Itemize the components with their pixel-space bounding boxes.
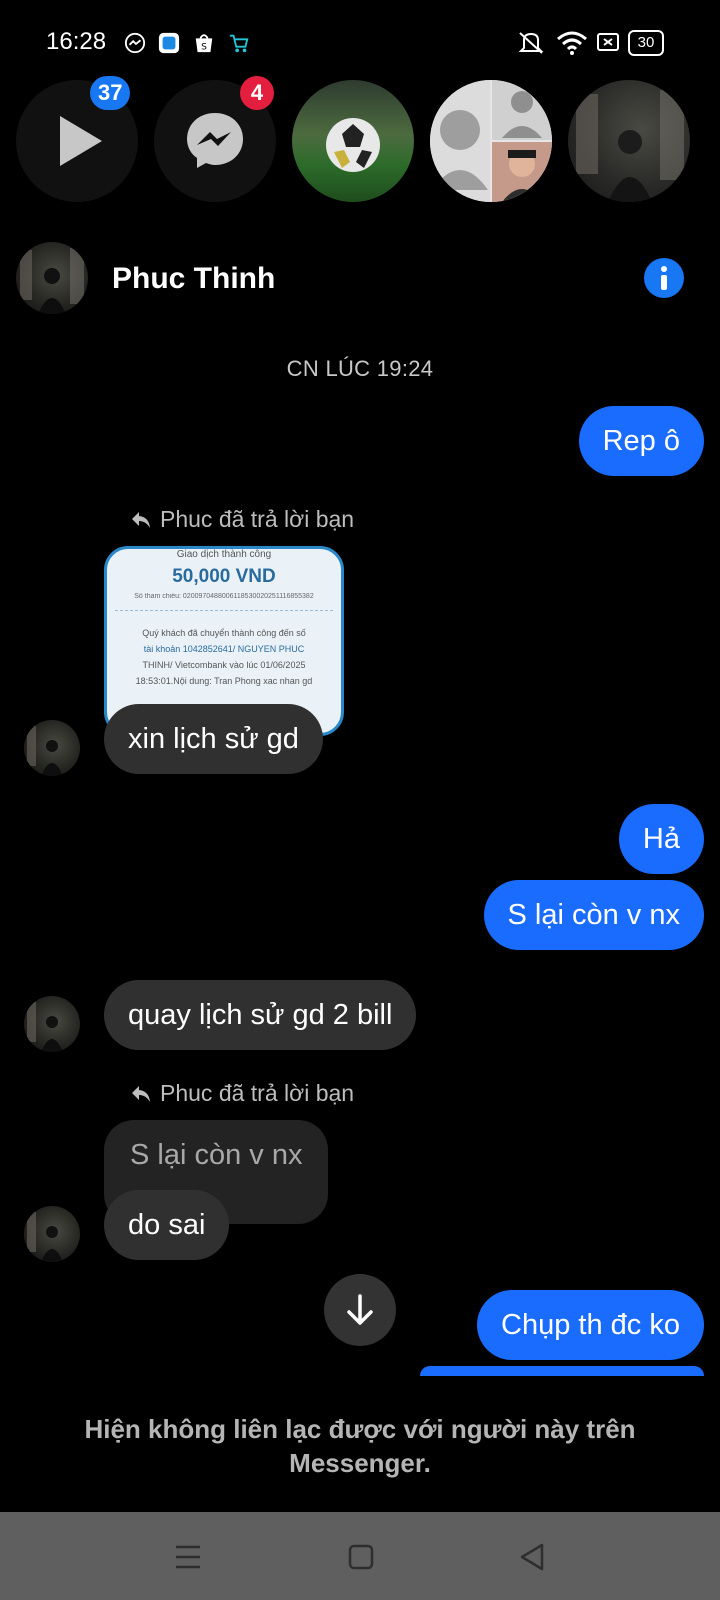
contact-avatar[interactable]	[24, 720, 80, 776]
receipt-line-4: 18:53:01.Nội dung: Tran Phong xac nhan g…	[135, 676, 313, 686]
status-time: 16:28	[46, 28, 107, 55]
unavailable-notice: Hiện không liên lạc được với người này t…	[84, 1414, 636, 1478]
back-icon[interactable]	[518, 1542, 546, 1572]
group-chathead[interactable]	[430, 80, 552, 202]
home-icon[interactable]	[348, 1544, 374, 1570]
info-icon	[661, 266, 667, 290]
contact-avatar[interactable]	[24, 996, 80, 1052]
mute-icon	[518, 32, 544, 54]
receipt-line-1: Quý khách đã chuyển thành công đến số	[142, 628, 306, 638]
svg-text:S: S	[201, 41, 207, 52]
arrow-down-icon	[347, 1294, 373, 1325]
phuc-avatar-icon	[576, 90, 684, 202]
reply-note-text: Phuc đã trả lời bạn	[160, 506, 355, 532]
messenger-badge: 4	[240, 76, 274, 110]
info-button[interactable]	[644, 258, 684, 298]
shopee-icon: S	[195, 34, 213, 52]
contact-avatar[interactable]	[24, 1206, 80, 1262]
reply-arrow-icon	[132, 1085, 150, 1102]
messenger-icon	[124, 32, 146, 54]
group-avatar-icon	[430, 80, 552, 202]
video-badge: 37	[90, 76, 131, 110]
avatar-icon	[27, 1212, 63, 1262]
incoming-message[interactable]: xin lịch sử gd	[104, 704, 323, 774]
reply-indicator: Phuc đã trả lời bạn	[130, 506, 354, 533]
messenger-logo-icon	[187, 113, 243, 168]
sim-icon	[597, 33, 619, 51]
receipt-line-2: tài khoản 1042852641/ NGUYEN PHUC	[143, 644, 305, 654]
football-icon	[326, 118, 380, 172]
cart-app-icon	[229, 34, 249, 53]
avatar-icon	[27, 726, 63, 776]
play-icon	[60, 116, 102, 166]
scroll-to-bottom-button[interactable]	[324, 1274, 396, 1346]
battery-icon: 30	[628, 30, 664, 56]
outgoing-message-partial	[420, 1366, 704, 1376]
blue-app-icon	[158, 32, 180, 54]
reply-note-text: Phuc đã trả lời bạn	[160, 1080, 355, 1106]
system-navigation-bar	[0, 1512, 720, 1600]
receipt-ref: Số tham chiếu: 0200970488006118530020251…	[134, 593, 314, 600]
avatar-icon	[27, 1002, 63, 1052]
receipt-amount: 50,000 VND	[172, 566, 276, 587]
avatar-icon	[20, 248, 84, 314]
incoming-message[interactable]: quay lịch sử gd 2 bill	[104, 980, 417, 1050]
outgoing-message[interactable]: Rep ô	[578, 406, 704, 476]
phuc-chathead[interactable]	[568, 80, 690, 202]
reply-indicator: Phuc đã trả lời bạn	[130, 1080, 354, 1107]
outgoing-message[interactable]: S lại còn v nx	[483, 880, 704, 950]
outgoing-message[interactable]: Chụp th đc ko	[477, 1290, 704, 1360]
receipt-line-3: THINH/ Vietcombank vào lúc 01/06/2025	[142, 660, 306, 670]
menu-icon[interactable]	[174, 1544, 202, 1570]
football-chathead[interactable]	[292, 80, 414, 202]
reply-arrow-icon	[132, 511, 150, 528]
contact-name[interactable]: Phuc Thinh	[112, 262, 275, 296]
header-avatar[interactable]	[16, 242, 88, 314]
wifi-icon	[557, 31, 587, 55]
receipt-title: Giao dịch thành công	[176, 549, 272, 560]
message-timestamp: CN LÚC 19:24	[286, 356, 434, 381]
incoming-message[interactable]: do sai	[104, 1190, 230, 1260]
outgoing-message[interactable]: Hả	[618, 804, 704, 874]
